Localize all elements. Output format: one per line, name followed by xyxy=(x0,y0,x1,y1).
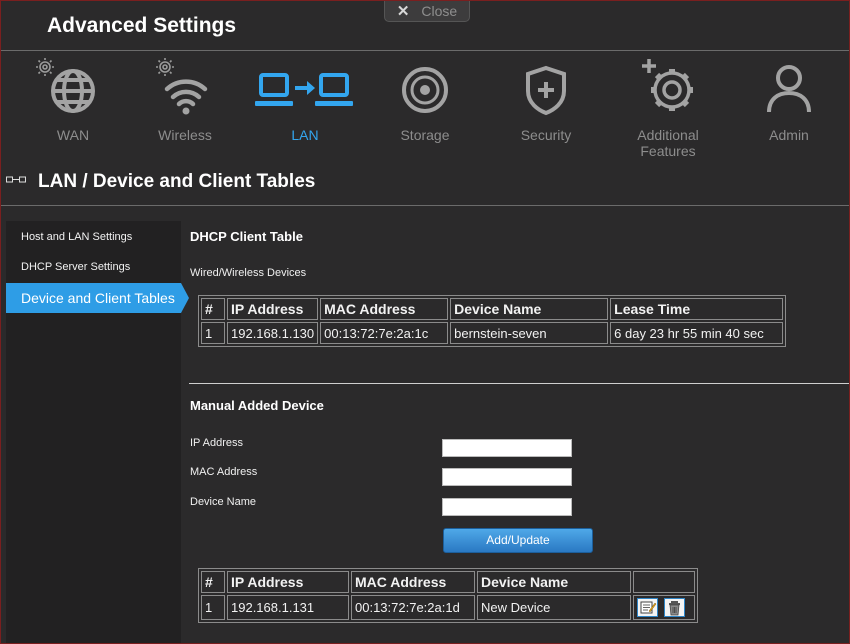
mac-address-input[interactable] xyxy=(442,468,572,486)
dhcp-table-subtitle: Wired/Wireless Devices xyxy=(190,267,307,279)
column-header: IP Address xyxy=(227,571,349,593)
nav-label: Wireless xyxy=(158,127,212,143)
device-name-label: Device Name xyxy=(190,496,257,508)
divider xyxy=(1,50,849,51)
mac-address-label: MAC Address xyxy=(190,466,258,478)
table-cell: 6 day 23 hr 55 min 40 sec xyxy=(610,322,784,344)
nav-additional-features[interactable]: Additional Features xyxy=(608,53,728,159)
edit-button[interactable] xyxy=(637,598,658,617)
nav-admin[interactable]: Admin xyxy=(729,53,849,153)
sidebar: Host and LAN Settings DHCP Server Settin… xyxy=(6,221,189,643)
divider xyxy=(1,205,849,206)
close-button[interactable]: ✕ Close xyxy=(384,1,470,22)
table-cell: 1 xyxy=(201,322,225,344)
table-cell: 192.168.1.131 xyxy=(227,595,349,620)
column-header: MAC Address xyxy=(351,571,475,593)
column-header: IP Address xyxy=(227,298,319,320)
dhcp-client-table: # IP Address MAC Address Device Name Lea… xyxy=(198,295,787,347)
divider xyxy=(189,383,849,384)
dhcp-table-title: DHCP Client Table xyxy=(190,229,303,244)
table-cell: 00:13:72:7e:2a:1d xyxy=(351,595,475,620)
table-header-row: # IP Address MAC Address Device Name Lea… xyxy=(201,298,784,320)
table-row: 1 192.168.1.130 00:13:72:7e:2a:1c bernst… xyxy=(201,322,784,344)
table-row: 1 192.168.1.131 00:13:72:7e:2a:1d New De… xyxy=(201,595,695,620)
table-cell: 1 xyxy=(201,595,225,620)
page-title: Advanced Settings xyxy=(47,14,237,37)
globe-icon xyxy=(36,58,95,113)
nav-label: Admin xyxy=(769,127,809,143)
ip-address-input[interactable] xyxy=(442,439,572,457)
nav-storage[interactable]: Storage xyxy=(365,53,485,153)
nav-security[interactable]: Security xyxy=(486,53,606,153)
user-icon xyxy=(767,65,811,113)
nav-lan[interactable]: LAN xyxy=(245,53,365,153)
row-actions xyxy=(633,595,695,620)
close-label: Close xyxy=(421,3,458,19)
edit-icon xyxy=(640,601,657,614)
column-header: MAC Address xyxy=(320,298,449,320)
nav-label: Storage xyxy=(400,127,450,143)
sidebar-item-dhcp-server-settings[interactable]: DHCP Server Settings xyxy=(21,261,130,273)
nav-wireless[interactable]: Wireless xyxy=(125,53,245,153)
delete-button[interactable] xyxy=(664,598,685,617)
add-update-button[interactable]: Add/Update xyxy=(443,528,593,553)
nav-label: Security xyxy=(520,127,572,143)
column-header: Device Name xyxy=(477,571,631,593)
table-cell: bernstein-seven xyxy=(450,322,609,344)
lan-computers-icon xyxy=(255,73,353,106)
device-name-input[interactable] xyxy=(442,498,572,516)
nav-label: Additional Features xyxy=(637,127,699,159)
column-header xyxy=(633,571,695,593)
column-header: Lease Time xyxy=(610,298,784,320)
advanced-settings-window: ✕ Close Advanced Settings WAN Wireless L… xyxy=(0,0,850,644)
nav-wan[interactable]: WAN xyxy=(13,53,133,153)
section-title: LAN / Device and Client Tables xyxy=(38,171,316,192)
sidebar-item-label: Device and Client Tables xyxy=(21,290,175,306)
ip-address-label: IP Address xyxy=(190,437,243,449)
trash-icon xyxy=(669,601,680,616)
table-header-row: # IP Address MAC Address Device Name xyxy=(201,571,695,593)
nav-label: LAN xyxy=(291,127,319,143)
column-header: Device Name xyxy=(450,298,609,320)
wifi-icon xyxy=(156,58,208,115)
sidebar-item-host-lan-settings[interactable]: Host and LAN Settings xyxy=(21,231,132,243)
shield-icon xyxy=(526,65,566,116)
column-header: # xyxy=(201,298,225,320)
manual-device-table: # IP Address MAC Address Device Name 1 1… xyxy=(198,568,698,623)
close-icon: ✕ xyxy=(396,3,410,20)
nav-label: WAN xyxy=(56,127,90,143)
top-nav: WAN Wireless LAN Storage Security Additi… xyxy=(1,53,849,159)
table-cell: 192.168.1.130 xyxy=(227,322,319,344)
lan-mini-icon xyxy=(6,176,26,183)
table-cell: New Device xyxy=(477,595,631,620)
disc-icon xyxy=(402,67,448,113)
manual-device-title: Manual Added Device xyxy=(190,398,324,413)
sidebar-item-device-client-tables[interactable]: Device and Client Tables xyxy=(6,283,189,313)
gear-plus-icon xyxy=(642,59,693,111)
table-cell: 00:13:72:7e:2a:1c xyxy=(320,322,449,344)
column-header: # xyxy=(201,571,225,593)
